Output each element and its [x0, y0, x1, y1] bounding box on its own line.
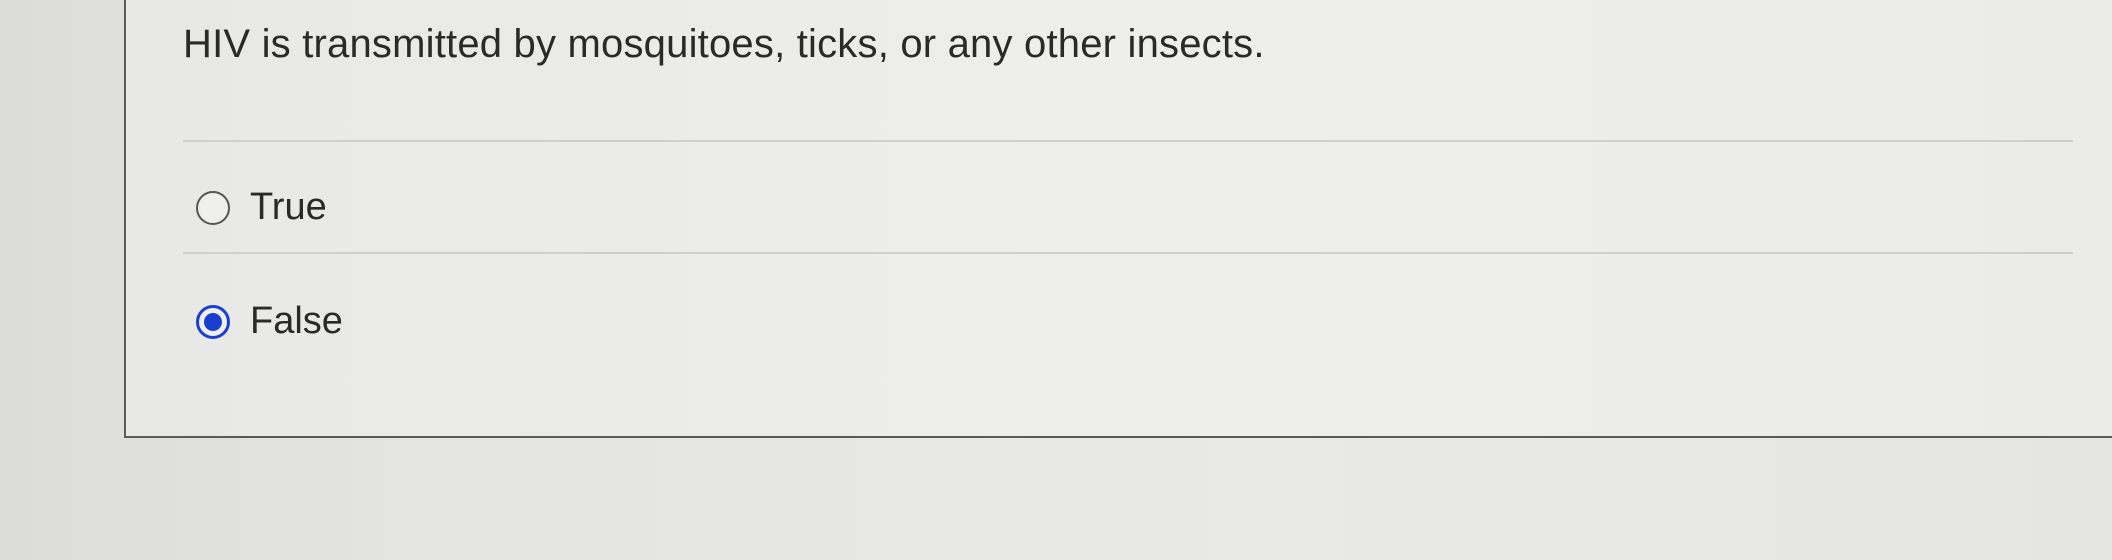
option-true[interactable]: True: [196, 186, 327, 229]
radio-button-true[interactable]: [196, 190, 230, 225]
question-text: HIV is transmitted by mosquitoes, ticks,…: [183, 22, 1265, 66]
quiz-page: HIV is transmitted by mosquitoes, ticks,…: [0, 0, 2112, 560]
option-false[interactable]: False: [196, 300, 343, 343]
radio-button-false-selected[interactable]: [196, 304, 230, 339]
divider: [183, 252, 2073, 254]
option-label-true: True: [250, 186, 327, 228]
divider: [183, 140, 2073, 142]
option-label-false: False: [250, 300, 343, 342]
